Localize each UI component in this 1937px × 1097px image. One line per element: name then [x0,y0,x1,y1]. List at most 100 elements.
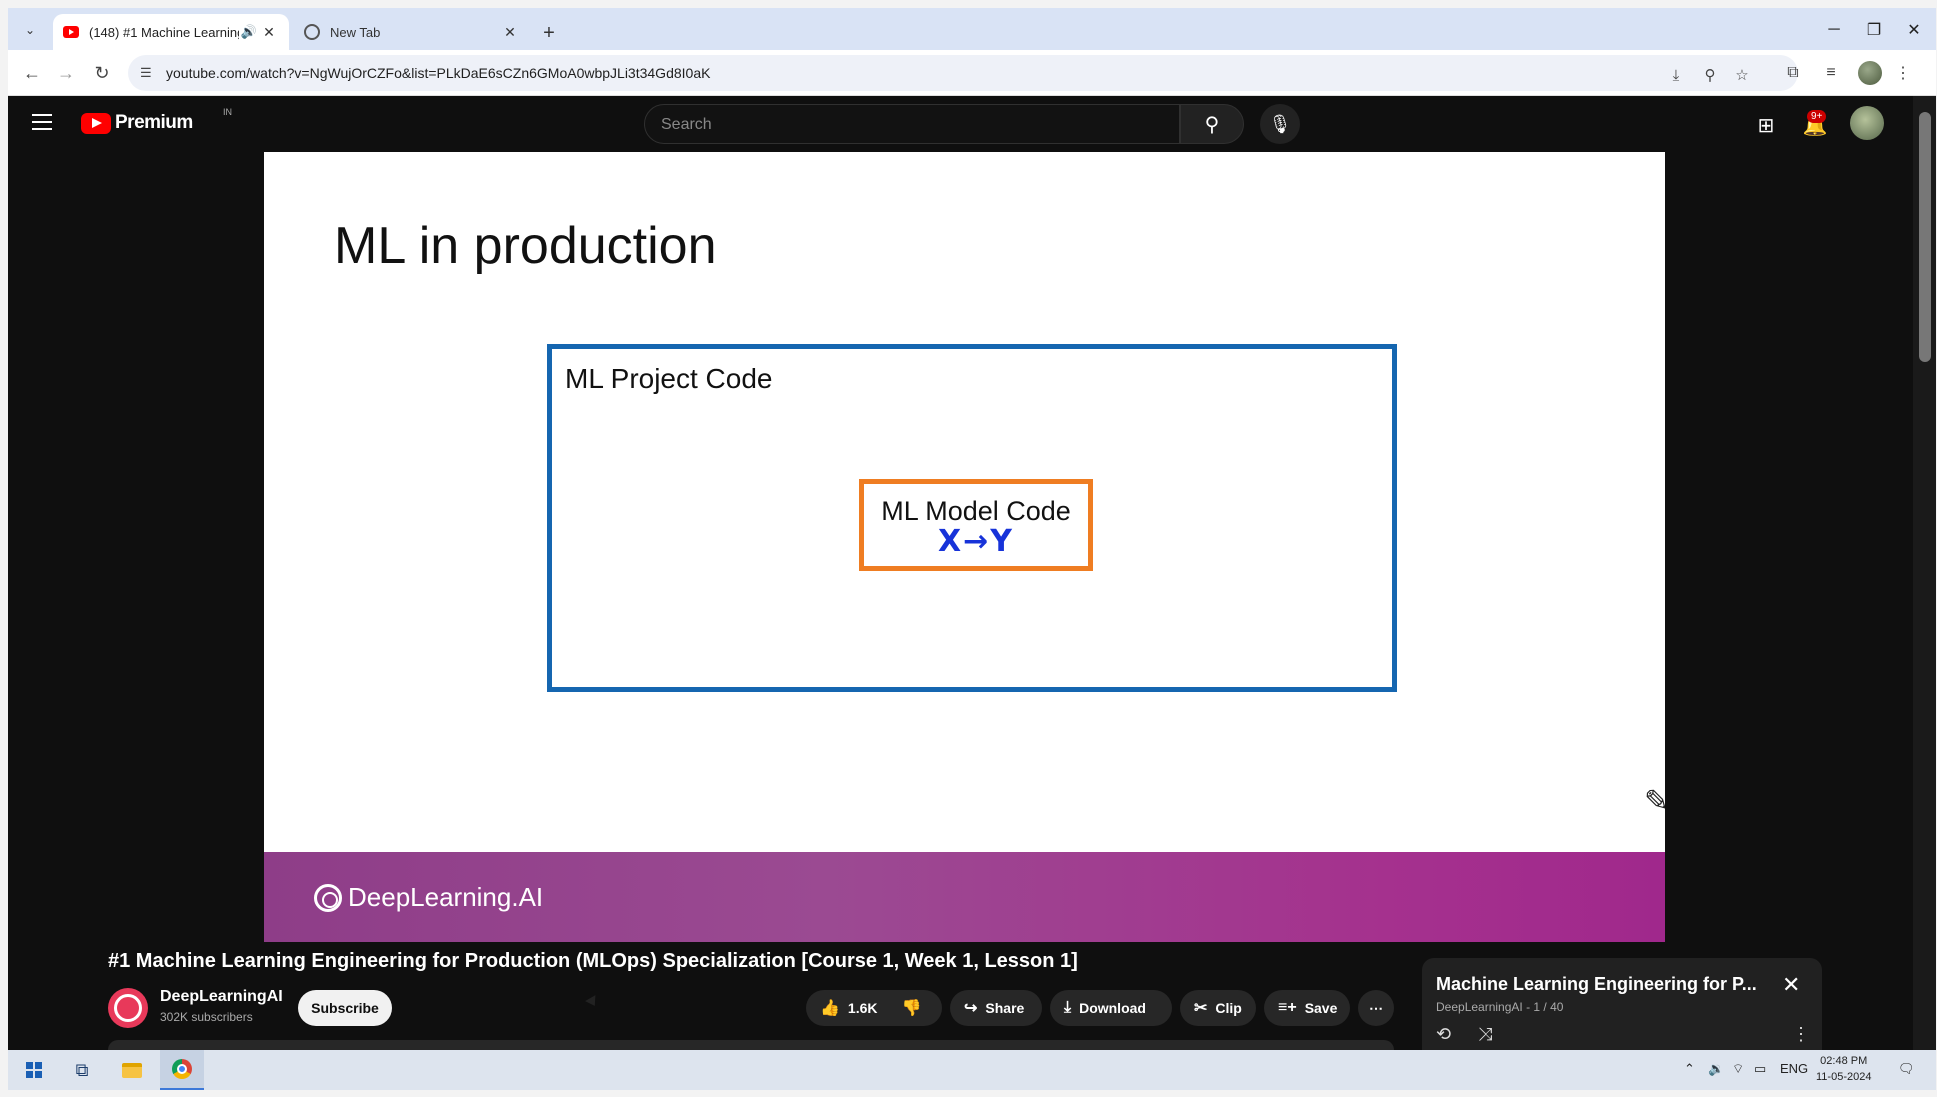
tab-new-tab[interactable]: New Tab ✕ [294,14,530,50]
network-icon[interactable]: ⌔ [1732,1061,1744,1077]
back-icon[interactable]: ← [18,59,46,87]
description-panel[interactable] [108,1040,1394,1050]
chrome-favicon-icon [304,24,320,40]
youtube-play-logo-icon [81,112,111,134]
video-player[interactable]: ML in production ML Project Code ML Mode… [264,152,1665,942]
logo-text: Premium [115,112,193,133]
zoom-icon[interactable]: ⚲ [1700,65,1720,85]
inner-box-label: ML Model Code [881,496,1071,526]
menu-icon[interactable] [32,114,52,130]
close-window-icon[interactable]: ✕ [1894,18,1934,42]
show-hidden-icons-icon[interactable]: ⌃ [1684,1061,1695,1077]
url-text[interactable]: youtube.com/watch?v=NgWujOrCZFo&list=PLk… [166,65,710,81]
chrome-taskbar-button[interactable] [160,1050,204,1090]
youtube-header: Premium IN Search ⚲ 🎙 ⊞ 🔔 9+ [8,96,1913,152]
chrome-icon [172,1059,192,1079]
channel-avatar[interactable] [108,988,148,1028]
like-dislike-group: 👍 1.6K 👎 [806,990,942,1026]
video-title: #1 Machine Learning Engineering for Prod… [108,950,1078,972]
folder-icon [122,1062,142,1078]
clock-time: 02:48 PM [1820,1055,1868,1067]
deeplearning-ai-logo: DeepLearning.AI [314,882,543,913]
address-bar[interactable]: ☰ youtube.com/watch?v=NgWujOrCZFo&list=P… [128,55,1798,91]
search-input[interactable]: Search [644,104,1180,144]
playlist-subtitle: DeepLearningAI - 1 / 40 [1436,1000,1564,1014]
download-icon: ⤓ [1064,999,1072,1016]
close-playlist-icon[interactable]: ✕ [1782,972,1800,998]
scrollbar-thumb[interactable] [1919,112,1931,362]
thumbs-up-icon[interactable]: 👍 [820,998,840,1018]
shuffle-icon[interactable]: ⤨ [1478,1024,1492,1045]
playlist-menu-icon[interactable]: ⋮ [1792,1024,1810,1045]
youtube-favicon-icon [63,26,79,38]
volume-icon[interactable]: 🔉 [1708,1061,1724,1077]
save-button[interactable]: ≡+ Save [1264,990,1350,1026]
subscribe-button[interactable]: Subscribe [298,990,392,1026]
playlist-title[interactable]: Machine Learning Engineering for P... [1436,974,1757,995]
subscriber-count: 302K subscribers [160,1010,253,1024]
clip-button[interactable]: ✂ Clip [1180,990,1256,1026]
more-actions-icon[interactable]: ⋯ [1358,990,1394,1026]
notifications-badge: 9+ [1807,110,1827,123]
close-tab-icon[interactable]: ✕ [259,24,279,41]
ml-project-code-box: ML Project Code ML Model Code X→Y [547,344,1397,692]
media-controls-icon[interactable]: ≡ [1820,62,1842,84]
channel-name[interactable]: DeepLearningAI [160,988,283,1006]
windows-logo-icon [26,1062,42,1078]
save-label: Save [1304,1000,1338,1016]
search-icon[interactable]: ⚲ [1180,104,1244,144]
notifications-center-icon[interactable]: 🗨 [1898,1061,1915,1077]
tab-search-icon[interactable]: ⌄ [18,18,42,42]
brand-text: DeepLearning.AI [348,882,544,912]
microphone-icon[interactable]: 🎙 [1260,104,1300,144]
slide-footer-band: DeepLearning.AI [264,852,1665,942]
share-label: Share [985,1000,1025,1016]
search-placeholder: Search [661,116,712,133]
account-avatar[interactable] [1850,106,1884,140]
download-label: Download [1079,1000,1146,1016]
new-tab-icon[interactable]: + [536,20,562,46]
clock-date: 11-05-2024 [1816,1071,1872,1083]
loop-icon[interactable]: ⟲ [1436,1024,1451,1045]
playlist-panel: Machine Learning Engineering for P... De… [1422,958,1822,1058]
forward-icon[interactable]: → [52,59,80,87]
country-code: IN [223,107,232,117]
profile-avatar[interactable] [1858,61,1882,85]
page-scrollbar[interactable] [1913,96,1936,1050]
language-indicator[interactable]: ENG [1780,1061,1808,1076]
tab-youtube[interactable]: (148) #1 Machine Learning 🔊 ✕ [53,14,289,50]
share-button[interactable]: ↪ Share [950,990,1042,1026]
mouse-cursor-icon [585,995,600,1009]
clock[interactable]: 02:48 PM 11-05-2024 [1816,1053,1871,1085]
clip-label: Clip [1215,1000,1242,1016]
download-button[interactable]: ⤓ Download [1050,990,1172,1026]
chrome-menu-icon[interactable]: ⋮ [1892,62,1914,84]
thumbs-down-icon[interactable]: 👎 [902,998,922,1018]
tab-title: New Tab [330,24,381,40]
install-app-icon[interactable]: ⤓ [1666,65,1686,85]
extensions-icon[interactable]: ⧉ [1782,62,1804,84]
scissors-icon: ✂ [1194,1000,1208,1017]
handwritten-annotation: X→Y [938,524,1014,559]
start-button[interactable] [12,1050,56,1090]
screen: ⌄ (148) #1 Machine Learning 🔊 ✕ New Tab … [0,0,1937,1097]
file-explorer-button[interactable] [110,1050,154,1090]
speaker-icon[interactable]: 🔊 [239,24,259,40]
youtube-logo[interactable]: Premium IN [81,107,232,134]
ml-model-code-box: ML Model Code X→Y [859,479,1093,571]
deeplearning-logo-icon [314,883,342,912]
add-to-playlist-icon: ≡+ [1278,999,1297,1016]
browser-tab-strip: ⌄ (148) #1 Machine Learning 🔊 ✕ New Tab … [8,8,1936,50]
battery-icon[interactable]: ▭ [1754,1061,1766,1077]
like-count[interactable]: 1.6K [848,1000,878,1016]
pen-icon: ✎ [1644,785,1665,818]
minimize-icon[interactable]: ─ [1814,18,1854,42]
restore-icon[interactable]: ❐ [1854,18,1894,42]
close-tab-icon[interactable]: ✕ [500,24,520,41]
bookmark-star-icon[interactable]: ☆ [1732,65,1752,85]
reload-icon[interactable]: ↻ [88,59,116,87]
task-view-icon[interactable]: ⧉ [60,1050,104,1090]
tab-title: (148) #1 Machine Learning [89,24,239,40]
create-video-icon[interactable]: ⊞ [1753,112,1779,138]
site-info-icon[interactable]: ☰ [140,65,152,81]
